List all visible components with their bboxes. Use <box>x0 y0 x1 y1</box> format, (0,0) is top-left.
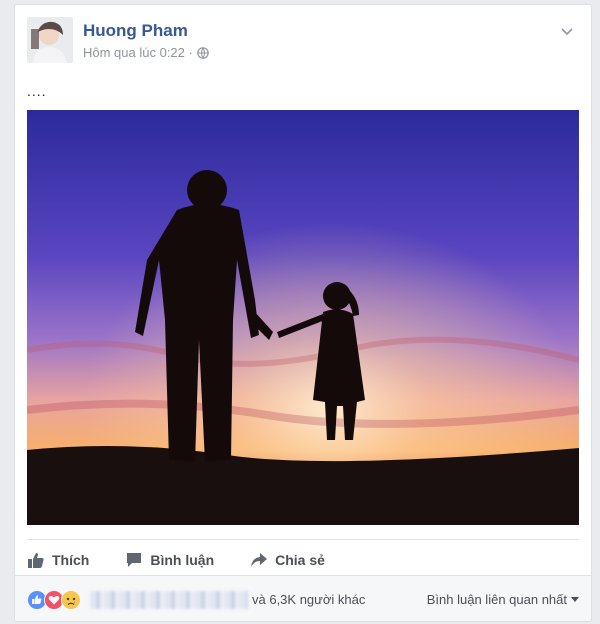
comment-button[interactable]: Bình luận <box>125 547 214 569</box>
post-photo[interactable] <box>27 110 579 525</box>
comment-label: Bình luận <box>150 552 215 568</box>
share-label: Chia sẻ <box>275 552 325 568</box>
author-name[interactable]: Huong Pham <box>83 21 188 41</box>
sad-icon <box>61 589 81 610</box>
share-icon <box>250 551 268 569</box>
like-label: Thích <box>52 552 90 568</box>
author-avatar[interactable] <box>27 17 73 63</box>
reactions-bar: và 6,3K người khác Bình luận liên quan n… <box>15 575 591 621</box>
comment-sort-dropdown[interactable]: Bình luận liên quan nhất <box>427 592 579 607</box>
comment-icon <box>125 551 143 569</box>
blurred-reactor-names[interactable] <box>90 590 248 609</box>
globe-icon[interactable] <box>197 46 209 59</box>
post-actions: Thích Bình luận Chia sẻ <box>27 539 579 576</box>
share-button[interactable]: Chia sẻ <box>250 547 325 569</box>
post-text: .... <box>27 83 47 99</box>
comment-sort-label: Bình luận liên quan nhất <box>426 592 567 607</box>
post-meta: Hôm qua lúc 0:22 · <box>83 45 209 60</box>
like-button[interactable]: Thích <box>27 547 89 569</box>
reaction-icons[interactable] <box>27 589 81 610</box>
post-timestamp[interactable]: Hôm qua lúc 0:22 · <box>83 45 193 60</box>
reaction-count[interactable]: và 6,3K người khác <box>252 592 365 607</box>
caret-down-icon <box>571 597 579 602</box>
post-header: Huong Pham Hôm qua lúc 0:22 · <box>27 17 579 67</box>
thumbs-up-icon <box>27 551 45 569</box>
post-card: Huong Pham Hôm qua lúc 0:22 · .... Thích… <box>14 4 592 622</box>
chevron-down-icon[interactable] <box>559 23 575 39</box>
